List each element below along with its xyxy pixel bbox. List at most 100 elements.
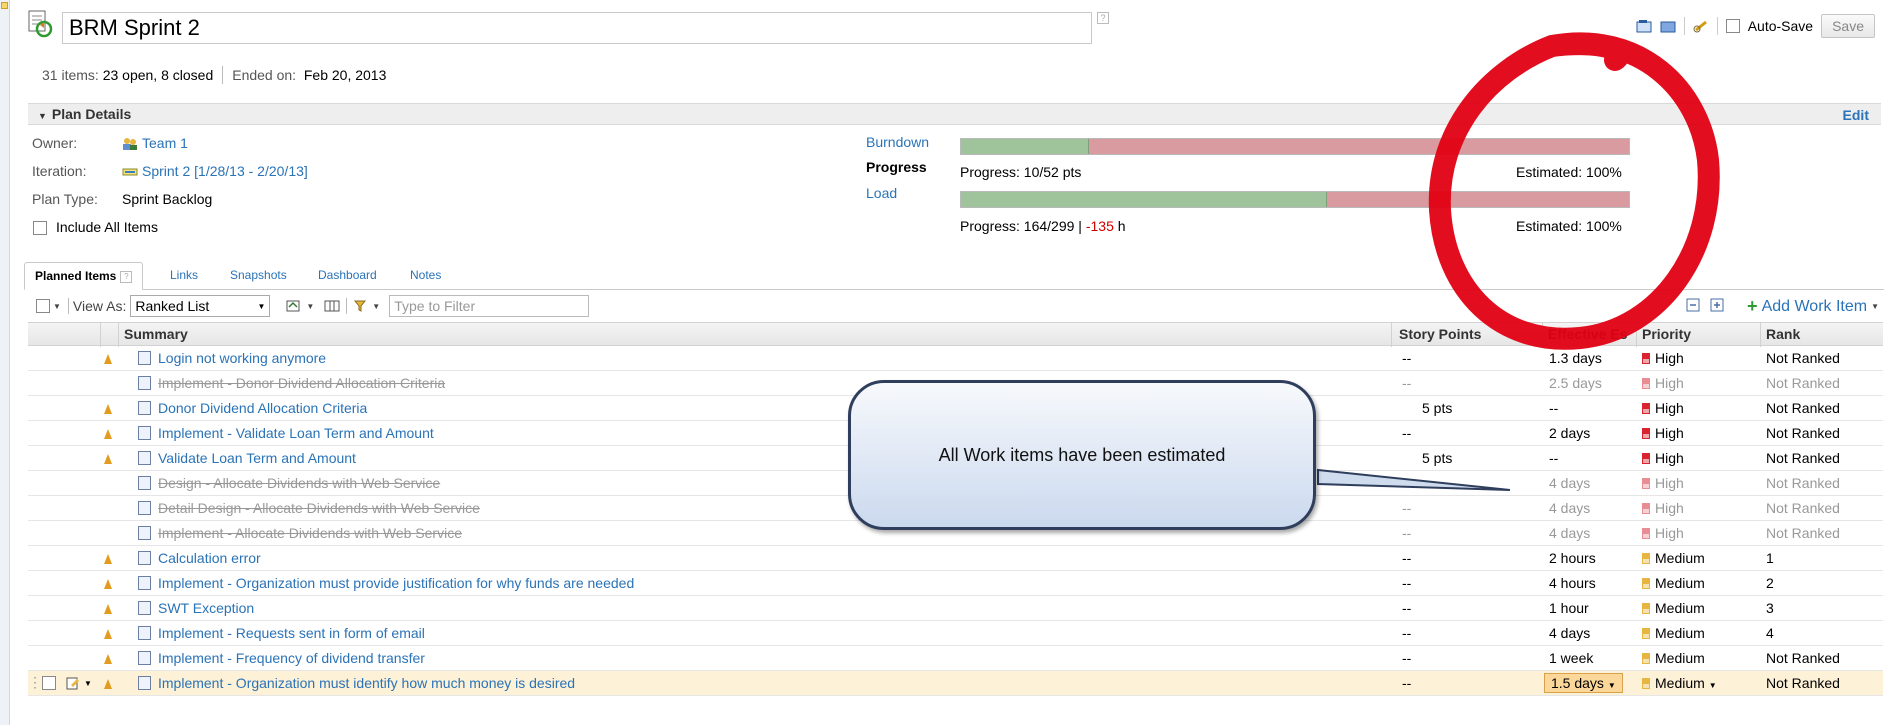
header-effective-estimate[interactable]: Effective Es	[1548, 326, 1627, 342]
story-points[interactable]: 5 pts	[1422, 400, 1452, 416]
priority-cell[interactable]: High	[1642, 350, 1684, 366]
chevron-down-icon[interactable]: ▼	[53, 302, 61, 311]
story-points[interactable]: --	[1402, 350, 1411, 366]
work-item-summary[interactable]: Login not working anymore	[158, 350, 326, 366]
plan-details-header[interactable]: ▼ Plan Details Edit	[28, 103, 1881, 125]
priority-cell[interactable]: Medium	[1642, 600, 1705, 616]
tab-planned-items[interactable]: Planned Items?	[24, 262, 144, 290]
row-checkbox[interactable]	[42, 676, 56, 690]
effective-estimate[interactable]: 4 days	[1549, 625, 1590, 641]
work-item-summary[interactable]: Detail Design - Allocate Dividends with …	[158, 500, 480, 516]
expand-sections-icon[interactable]	[1660, 19, 1676, 33]
expand-all-icon[interactable]	[1710, 298, 1724, 312]
plan-title-input[interactable]: BRM Sprint 2	[62, 12, 1092, 44]
effective-estimate[interactable]: 2 days	[1549, 425, 1590, 441]
iteration-link[interactable]: Sprint 2 [1/28/13 - 2/20/13]	[142, 163, 308, 179]
priority-cell[interactable]: High	[1642, 375, 1684, 391]
tab-notes[interactable]: Notes	[410, 262, 441, 290]
header-rank[interactable]: Rank	[1766, 326, 1800, 342]
story-points[interactable]: --	[1402, 425, 1411, 441]
help-icon[interactable]: ?	[120, 270, 133, 283]
table-row[interactable]: SWT Exception -- 1 hour Medium 3	[28, 596, 1883, 621]
table-row[interactable]: Implement - Organization must provide ju…	[28, 571, 1883, 596]
edit-icon[interactable]	[66, 676, 80, 690]
priority-cell[interactable]: High	[1642, 400, 1684, 416]
table-row[interactable]: Calculation error -- 2 hours Medium 1	[28, 546, 1883, 571]
story-points[interactable]: --	[1402, 625, 1411, 641]
select-all-checkbox[interactable]	[36, 299, 50, 313]
priority-cell[interactable]: Medium	[1642, 575, 1705, 591]
header-priority[interactable]: Priority	[1642, 326, 1691, 342]
priority-cell[interactable]: High	[1642, 500, 1684, 516]
chevron-down-icon[interactable]: ▼	[372, 302, 380, 311]
filter-icon[interactable]	[353, 299, 369, 313]
table-row[interactable]: Implement - Requests sent in form of ema…	[28, 621, 1883, 646]
header-story-points[interactable]: Story Points	[1399, 326, 1481, 342]
work-item-summary[interactable]: Implement - Validate Loan Term and Amoun…	[158, 425, 434, 441]
effective-estimate[interactable]: 2.5 days	[1549, 375, 1602, 391]
table-row[interactable]: Login not working anymore -- 1.3 days High N…	[28, 346, 1883, 371]
priority-cell[interactable]: Medium	[1642, 650, 1705, 666]
priority-cell[interactable]: Medium	[1642, 550, 1705, 566]
story-points[interactable]: --	[1402, 650, 1411, 666]
work-item-summary[interactable]: Implement - Organization must identify h…	[158, 675, 575, 691]
story-points[interactable]: --	[1402, 475, 1411, 491]
story-points[interactable]: --	[1402, 550, 1411, 566]
priority-cell[interactable]: Medium ▼	[1642, 675, 1717, 691]
effective-estimate[interactable]: 4 days	[1549, 500, 1590, 516]
include-all-checkbox[interactable]	[33, 221, 47, 235]
work-item-summary[interactable]: Implement - Allocate Dividends with Web …	[158, 525, 462, 541]
effective-estimate-editor[interactable]: 1.5 days ▼	[1544, 673, 1623, 693]
collapse-all-icon[interactable]	[1686, 298, 1700, 312]
effective-estimate[interactable]: --	[1549, 450, 1558, 466]
save-button[interactable]: Save	[1821, 14, 1875, 38]
add-work-item-button[interactable]: + Add Work Item ▼	[1747, 296, 1879, 317]
work-item-summary[interactable]: Implement - Organization must provide ju…	[158, 575, 634, 591]
effective-estimate[interactable]: 1 week	[1549, 650, 1593, 666]
story-points[interactable]: --	[1402, 500, 1411, 516]
effective-estimate[interactable]: 2 hours	[1549, 550, 1596, 566]
story-points[interactable]: --	[1402, 600, 1411, 616]
tab-links[interactable]: Links	[170, 262, 198, 290]
tab-snapshots[interactable]: Snapshots	[230, 262, 287, 290]
work-item-summary[interactable]: Calculation error	[158, 550, 261, 566]
work-item-summary[interactable]: SWT Exception	[158, 600, 254, 616]
filter-input[interactable]: Type to Filter	[389, 295, 590, 317]
table-row[interactable]: Implement - Frequency of dividend transf…	[28, 646, 1883, 671]
owner-link[interactable]: Team 1	[142, 135, 188, 151]
chevron-down-icon[interactable]: ▼	[84, 679, 92, 688]
effective-estimate[interactable]: 1 hour	[1549, 600, 1589, 616]
work-item-summary[interactable]: Implement - Requests sent in form of ema…	[158, 625, 425, 641]
effective-estimate[interactable]: 1.3 days	[1549, 350, 1602, 366]
columns-icon[interactable]	[324, 299, 340, 313]
effective-estimate[interactable]: 4 days	[1549, 525, 1590, 541]
priority-cell[interactable]: Medium	[1642, 625, 1705, 641]
work-item-summary[interactable]: Design - Allocate Dividends with Web Ser…	[158, 475, 440, 491]
effective-estimate[interactable]: 4 days	[1549, 475, 1590, 491]
priority-cell[interactable]: High	[1642, 525, 1684, 541]
work-item-summary[interactable]: Validate Loan Term and Amount	[158, 450, 356, 466]
work-item-summary[interactable]: Donor Dividend Allocation Criteria	[158, 400, 367, 416]
effective-estimate[interactable]: 4 hours	[1549, 575, 1596, 591]
load-link[interactable]: Load	[866, 185, 897, 201]
link-icon[interactable]	[1693, 19, 1709, 33]
priority-cell[interactable]: High	[1642, 450, 1684, 466]
autosave-checkbox[interactable]	[1725, 19, 1740, 33]
story-points[interactable]: --	[1402, 375, 1411, 391]
priority-cell[interactable]: High	[1642, 425, 1684, 441]
work-item-summary[interactable]: Implement - Donor Dividend Allocation Cr…	[158, 375, 445, 391]
effective-estimate[interactable]: --	[1549, 400, 1558, 416]
story-points[interactable]: --	[1402, 675, 1411, 691]
tab-dashboard[interactable]: Dashboard	[318, 262, 377, 290]
view-as-select[interactable]: Ranked List ▼	[130, 295, 271, 317]
help-icon[interactable]: ?	[1097, 12, 1109, 24]
burndown-link[interactable]: Burndown	[866, 134, 929, 150]
collapse-sections-icon[interactable]	[1636, 19, 1652, 33]
story-points[interactable]: 5 pts	[1422, 450, 1452, 466]
priority-cell[interactable]: High	[1642, 475, 1684, 491]
configure-view-icon[interactable]	[286, 299, 302, 313]
story-points[interactable]: --	[1402, 575, 1411, 591]
table-row[interactable]: ⋮⋮▼Implement - Organization must identif…	[28, 671, 1883, 696]
collapse-triangle-icon[interactable]: ▼	[38, 106, 47, 126]
edit-link[interactable]: Edit	[1843, 105, 1869, 125]
